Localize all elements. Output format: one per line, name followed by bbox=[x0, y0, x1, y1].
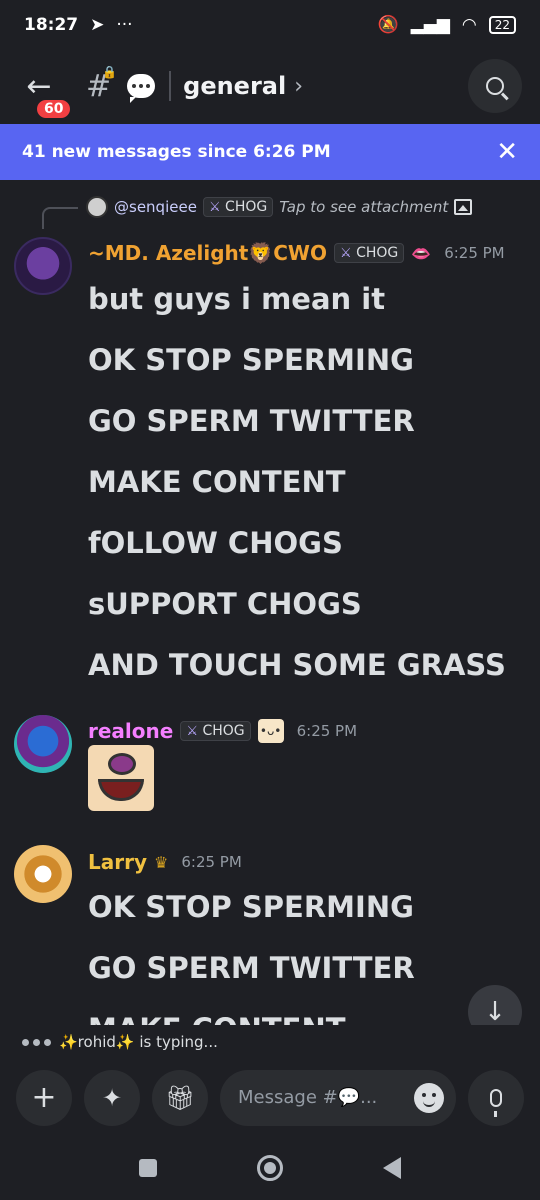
role-tag: ⚔ CHOG bbox=[180, 721, 251, 741]
author-name[interactable]: ~MD. Azelight🦁CWO bbox=[88, 241, 327, 265]
message-line: AND TOUCH SOME GRASS bbox=[88, 648, 506, 682]
message-composer: + ✦ 🎁︎ bbox=[0, 1060, 540, 1135]
wifi-icon: ◠ bbox=[461, 15, 477, 35]
message-line: GO SPERM TWITTER bbox=[88, 404, 415, 438]
typing-indicator: ✨rohid✨ is typing... bbox=[0, 1025, 540, 1059]
emoji-button[interactable] bbox=[414, 1082, 444, 1113]
lock-icon: 🔒 bbox=[102, 64, 118, 79]
message-meta: realone ⚔ CHOG •ᴗ• 6:25 PM bbox=[88, 719, 357, 743]
sticker-image[interactable] bbox=[88, 745, 154, 811]
arrow-down-icon: ↓ bbox=[484, 997, 506, 1027]
message-line: GO SPERM TWITTER bbox=[88, 951, 415, 985]
new-messages-text: 41 new messages since 6:26 PM bbox=[22, 142, 331, 162]
message-line: fOLLOW CHOGS bbox=[88, 526, 343, 560]
microphone-icon bbox=[490, 1088, 502, 1117]
blush-face-icon: •ᴗ• bbox=[257, 719, 284, 743]
sword-icon: ⚔ bbox=[186, 724, 198, 739]
message-input-wrapper[interactable] bbox=[220, 1069, 456, 1126]
message-line: but guys i mean it bbox=[88, 282, 386, 316]
sticker-nose bbox=[108, 753, 136, 775]
typing-dots-icon bbox=[22, 1038, 51, 1046]
author-name[interactable]: realone bbox=[88, 719, 173, 743]
locked-channel-icon: # 🔒 bbox=[86, 64, 118, 104]
channel-header: ← 60 # 🔒 general › bbox=[0, 55, 540, 121]
add-button[interactable]: + bbox=[16, 1069, 72, 1126]
close-icon[interactable]: ✕ bbox=[496, 137, 518, 167]
avatar[interactable] bbox=[14, 715, 72, 773]
lips-icon: 👄 bbox=[411, 243, 432, 263]
sword-icon: ⚔ bbox=[208, 200, 221, 215]
avatar[interactable] bbox=[14, 237, 72, 295]
reply-avatar bbox=[86, 196, 108, 218]
more-notifications-icon: ··· bbox=[116, 15, 133, 35]
channel-title[interactable]: general bbox=[183, 72, 286, 100]
voice-message-button[interactable] bbox=[468, 1069, 524, 1126]
speech-bubble-icon bbox=[127, 74, 156, 103]
gift-icon: 🎁︎ bbox=[164, 1083, 196, 1112]
plus-icon: + bbox=[31, 1080, 57, 1115]
reply-reference[interactable]: @senqieee ⚔ CHOG Tap to see attachment bbox=[86, 196, 473, 218]
message-meta: ~MD. Azelight🦁CWO ⚔ CHOG 👄 6:25 PM bbox=[88, 241, 505, 265]
timestamp: 6:25 PM bbox=[181, 853, 242, 871]
sticker-mouth bbox=[98, 779, 144, 801]
message-input[interactable] bbox=[238, 1087, 398, 1108]
avatar[interactable] bbox=[14, 845, 72, 903]
recents-icon[interactable] bbox=[139, 1158, 157, 1177]
home-icon[interactable] bbox=[257, 1154, 283, 1181]
system-navigation-bar bbox=[0, 1135, 540, 1200]
apps-button[interactable]: ✦ bbox=[84, 1069, 140, 1126]
reply-hint: Tap to see attachment bbox=[279, 198, 449, 216]
telegram-icon: ➤ bbox=[90, 15, 105, 35]
role-tag: ⚔ CHOG bbox=[202, 197, 274, 217]
crown-icon: ♛ bbox=[154, 852, 169, 872]
signal-icon: ▂▄▆ bbox=[410, 15, 450, 35]
status-time: 18:27 bbox=[24, 15, 79, 35]
timestamp: 6:25 PM bbox=[296, 722, 358, 740]
sword-icon: ⚔ bbox=[339, 246, 352, 261]
timestamp: 6:25 PM bbox=[444, 244, 505, 262]
status-bar: 18:27 ➤ ··· 🔕 ▂▄▆ ◠ 22 bbox=[0, 0, 540, 50]
chevron-right-icon[interactable]: › bbox=[294, 74, 303, 99]
author-name[interactable]: Larry bbox=[88, 850, 147, 874]
message-meta: Larry ♛ 6:25 PM bbox=[88, 850, 242, 874]
new-messages-bar[interactable]: 41 new messages since 6:26 PM ✕ bbox=[0, 124, 540, 180]
message-line: OK STOP SPERMING bbox=[88, 890, 414, 924]
message-line: sUPPORT CHOGS bbox=[88, 587, 362, 621]
mute-icon: 🔕 bbox=[377, 15, 399, 35]
apps-icon: ✦ bbox=[101, 1083, 123, 1112]
message-line: OK STOP SPERMING bbox=[88, 343, 414, 377]
back-triangle-icon[interactable] bbox=[383, 1156, 401, 1179]
unread-badge: 60 bbox=[34, 97, 74, 121]
battery-indicator: 22 bbox=[488, 16, 516, 34]
gift-button[interactable]: 🎁︎ bbox=[152, 1069, 208, 1126]
image-icon bbox=[454, 199, 473, 215]
header-divider bbox=[169, 71, 172, 101]
reply-mention[interactable]: @senqieee bbox=[114, 198, 197, 216]
role-tag: ⚔ CHOG bbox=[333, 243, 405, 263]
typing-text: ✨rohid✨ is typing... bbox=[59, 1033, 218, 1051]
search-button[interactable] bbox=[468, 59, 522, 113]
back-button[interactable]: ← 60 bbox=[18, 65, 74, 121]
message-line: MAKE CONTENT bbox=[88, 465, 346, 499]
search-icon bbox=[486, 77, 504, 95]
reply-connector bbox=[42, 207, 78, 229]
message-line: MAKE CONTENT bbox=[88, 1012, 346, 1026]
